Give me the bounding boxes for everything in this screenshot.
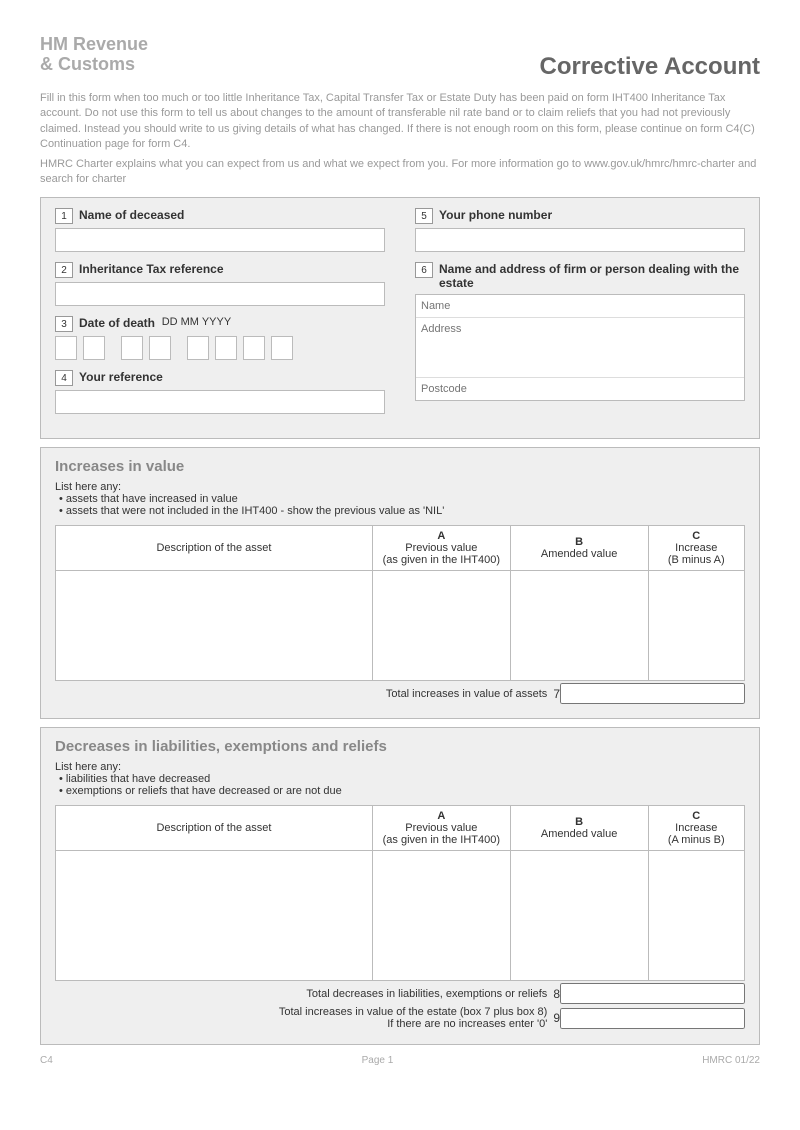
field-num-5: 5 bbox=[415, 208, 433, 224]
increases-panel: Increases in value List here any: • asse… bbox=[40, 447, 760, 719]
decreases-list-label: List here any: bbox=[55, 761, 121, 773]
date-m1[interactable] bbox=[121, 336, 143, 360]
increases-table: Description of the asset APrevious value… bbox=[55, 525, 745, 681]
date-hint: DD MM YYYY bbox=[162, 316, 231, 328]
inc-desc-cell[interactable] bbox=[56, 571, 373, 681]
firm-postcode-input[interactable] bbox=[416, 378, 744, 400]
date-d2[interactable] bbox=[83, 336, 105, 360]
inc-a-cell[interactable] bbox=[372, 571, 510, 681]
inc-total-box[interactable] bbox=[560, 683, 745, 704]
label-date-death: Date of death bbox=[79, 316, 155, 330]
details-panel: 1 Name of deceased 2 Inheritance Tax refer… bbox=[40, 197, 760, 439]
date-y3[interactable] bbox=[243, 336, 265, 360]
dec-col-desc: Description of the asset bbox=[56, 806, 373, 851]
firm-address-input[interactable] bbox=[416, 318, 744, 378]
inc-b-cell[interactable] bbox=[510, 571, 648, 681]
decreases-bullet-2: • exemptions or reliefs that have decrea… bbox=[59, 785, 745, 797]
dec-total-label: Total decreases in liabilities, exemptio… bbox=[306, 988, 553, 1000]
logo-line1: HM Revenue bbox=[40, 34, 148, 54]
grand-total-label: Total increases in value of the estate (… bbox=[279, 1006, 547, 1018]
grand-total-sub: If there are no increases enter '0' bbox=[387, 1018, 547, 1030]
footer-center: Page 1 bbox=[362, 1055, 394, 1066]
inc-col-c: CIncrease(B minus A) bbox=[648, 526, 744, 571]
name-of-deceased-input[interactable] bbox=[55, 228, 385, 252]
dec-col-b: BAmended value bbox=[510, 806, 648, 851]
inc-col-desc: Description of the asset bbox=[56, 526, 373, 571]
date-y4[interactable] bbox=[271, 336, 293, 360]
dec-c-cell[interactable] bbox=[648, 851, 744, 981]
field-num-1: 1 bbox=[55, 208, 73, 224]
inc-c-cell[interactable] bbox=[648, 571, 744, 681]
intro-text-1: Fill in this form when too much or too l… bbox=[40, 91, 760, 153]
footer-left: C4 bbox=[40, 1055, 53, 1066]
dec-b-cell[interactable] bbox=[510, 851, 648, 981]
field-num-6: 6 bbox=[415, 262, 433, 278]
footer: C4 Page 1 HMRC 01/22 bbox=[40, 1055, 760, 1066]
dec-col-a: APrevious value(as given in the IHT400) bbox=[372, 806, 510, 851]
decreases-bullet-1: • liabilities that have decreased bbox=[59, 773, 745, 785]
phone-input[interactable] bbox=[415, 228, 745, 252]
inc-col-b: BAmended value bbox=[510, 526, 648, 571]
label-iht-ref: Inheritance Tax reference bbox=[79, 262, 224, 276]
dec-a-cell[interactable] bbox=[372, 851, 510, 981]
grand-total-box[interactable] bbox=[560, 1008, 745, 1029]
decreases-panel: Decreases in liabilities, exemptions and… bbox=[40, 727, 760, 1045]
dec-col-c: CIncrease(A minus B) bbox=[648, 806, 744, 851]
date-y2[interactable] bbox=[215, 336, 237, 360]
decreases-title: Decreases in liabilities, exemptions and… bbox=[55, 738, 745, 755]
increases-bullet-2: • assets that were not included in the I… bbox=[59, 505, 745, 517]
date-m2[interactable] bbox=[149, 336, 171, 360]
inc-col-a: APrevious value(as given in the IHT400) bbox=[372, 526, 510, 571]
label-firm-address: Name and address of firm or person deali… bbox=[439, 262, 745, 290]
header: HM Revenue & Customs Corrective Account bbox=[40, 35, 760, 81]
firm-name-input[interactable] bbox=[416, 295, 744, 318]
dec-total-box[interactable] bbox=[560, 983, 745, 1004]
logo-line2: & Customs bbox=[40, 54, 135, 74]
increases-title: Increases in value bbox=[55, 458, 745, 475]
dec-desc-cell[interactable] bbox=[56, 851, 373, 981]
dec-total-num: 8 bbox=[553, 987, 560, 1001]
field-num-3: 3 bbox=[55, 316, 73, 332]
iht-reference-input[interactable] bbox=[55, 282, 385, 306]
increases-bullet-1: • assets that have increased in value bbox=[59, 493, 745, 505]
field-num-2: 2 bbox=[55, 262, 73, 278]
date-d1[interactable] bbox=[55, 336, 77, 360]
hmrc-logo: HM Revenue & Customs bbox=[40, 35, 148, 75]
grand-total-num: 9 bbox=[553, 1011, 560, 1025]
page-title: Corrective Account bbox=[540, 53, 761, 81]
field-num-4: 4 bbox=[55, 370, 73, 386]
label-name-deceased: Name of deceased bbox=[79, 208, 184, 222]
date-y1[interactable] bbox=[187, 336, 209, 360]
label-phone: Your phone number bbox=[439, 208, 552, 222]
increases-list-label: List here any: bbox=[55, 481, 121, 493]
your-reference-input[interactable] bbox=[55, 390, 385, 414]
footer-right: HMRC 01/22 bbox=[702, 1055, 760, 1066]
inc-total-label: Total increases in value of assets bbox=[386, 688, 553, 700]
label-your-ref: Your reference bbox=[79, 370, 163, 384]
decreases-table: Description of the asset APrevious value… bbox=[55, 805, 745, 981]
inc-total-num: 7 bbox=[553, 687, 560, 701]
intro-text-2: HMRC Charter explains what you can expec… bbox=[40, 157, 760, 188]
